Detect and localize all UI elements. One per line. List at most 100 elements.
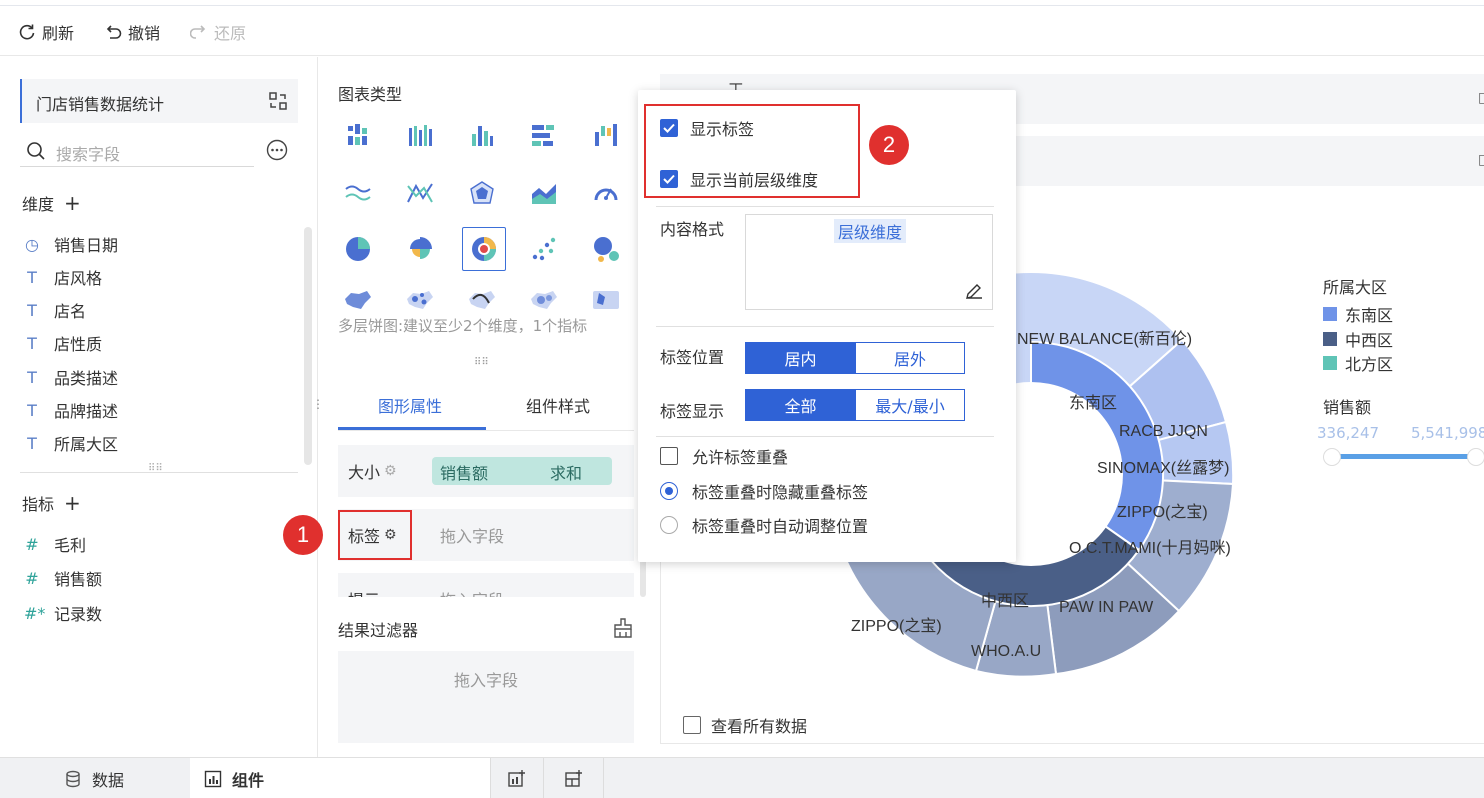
label-position-label: 标签位置 (660, 348, 725, 367)
redo-button[interactable]: 还原 (190, 20, 246, 44)
bubble-chart-icon[interactable] (586, 229, 626, 269)
size-slider-max-handle[interactable] (1467, 448, 1484, 466)
settings-icon[interactable]: ◫ (1478, 90, 1484, 106)
radar-chart-icon[interactable] (462, 173, 502, 213)
legend-swatch (1323, 307, 1337, 321)
dimension-item[interactable]: T 所属大区 (24, 430, 118, 456)
add-dimension-icon[interactable]: + (64, 191, 81, 215)
gis-map-icon[interactable] (586, 285, 626, 315)
content-format-token[interactable]: 层级维度 (834, 219, 907, 243)
tooltip-property-row: 提示 拖入字段 (338, 573, 634, 597)
multi-layer-pie-chart-icon[interactable] (462, 227, 506, 271)
size-slider-min-handle[interactable] (1323, 448, 1341, 466)
tab-data-label: 数据 (92, 770, 125, 790)
chart-label: PAW IN PAW (1059, 599, 1154, 616)
resize-handle-icon[interactable]: ⠿⠿ (474, 357, 489, 368)
view-all-data-checkbox[interactable]: 查看所有数据 (683, 713, 807, 737)
dimension-item[interactable]: T 店性质 (24, 330, 102, 356)
tab-component[interactable]: 组件 (190, 758, 490, 798)
clear-filter-icon[interactable] (612, 617, 634, 639)
rose-chart-icon[interactable] (400, 229, 440, 269)
column-chart-icon[interactable] (462, 115, 502, 155)
chart-label: RACB JJQN (1119, 423, 1208, 440)
hide-overlap-radio[interactable]: 标签重叠时隐藏重叠标签 (660, 479, 868, 503)
record-count-icon: #* (24, 603, 46, 623)
add-dashboard-button[interactable] (544, 758, 604, 798)
size-field-name: 销售额 (440, 464, 489, 483)
polyline-chart-icon[interactable] (400, 173, 440, 213)
legend-item[interactable]: 中西区 (1323, 327, 1393, 351)
tab-data[interactable]: 数据 (64, 758, 124, 798)
stacked-column-chart-icon[interactable] (400, 115, 440, 155)
toolbar: 刷新 撤销 还原 (0, 8, 1484, 56)
legend-title: 所属大区 (1323, 278, 1388, 297)
point-map-icon[interactable] (400, 285, 440, 315)
measure-item[interactable]: # 销售额 (24, 565, 102, 591)
measure-item[interactable]: #* 记录数 (24, 600, 102, 626)
waterfall-chart-icon[interactable] (586, 115, 626, 155)
result-filter-drop-zone[interactable]: 拖入字段 (338, 651, 634, 743)
settings-icon[interactable]: ◫ (1478, 152, 1484, 168)
add-component-button[interactable] (490, 758, 544, 798)
refresh-button[interactable]: 刷新 (18, 20, 74, 44)
measure-label: 记录数 (54, 605, 103, 624)
allow-overlap-checkbox[interactable]: 允许标签重叠 (660, 444, 788, 468)
redo-icon (190, 25, 206, 39)
label-display-maxmin-option[interactable]: 最大/最小 (855, 390, 964, 420)
more-icon[interactable] (266, 139, 288, 161)
size-property-label[interactable]: 大小 ⚙ (348, 459, 397, 483)
dimension-item[interactable]: T 品牌描述 (24, 397, 118, 423)
dimension-item[interactable]: T 品类描述 (24, 364, 118, 390)
flow-map-icon[interactable] (462, 285, 502, 315)
switch-dataset-icon[interactable] (268, 91, 288, 111)
area-chart-icon[interactable] (524, 173, 564, 213)
content-format-editor[interactable]: 层级维度 (745, 214, 993, 310)
dimension-label: 所属大区 (54, 435, 119, 454)
text-type-icon: T (27, 300, 37, 320)
label-position-outside-option[interactable]: 居外 (855, 343, 964, 373)
tab-component-style[interactable]: 组件样式 (526, 393, 590, 417)
dataset-selector[interactable]: 门店销售数据统计 (20, 79, 298, 123)
measures-header: 指标 + (22, 491, 81, 515)
gauge-chart-icon[interactable] (586, 173, 626, 213)
label-drop-zone[interactable]: 拖入字段 (440, 523, 504, 547)
undo-button[interactable]: 撤销 (104, 20, 160, 44)
dimension-item[interactable]: T 店风格 (24, 264, 102, 290)
tab-graph-properties[interactable]: 图形属性 (378, 393, 442, 417)
add-measure-icon[interactable]: + (64, 491, 81, 515)
size-field-pill[interactable]: 销售额 求和 (432, 457, 612, 485)
scatter-chart-icon[interactable] (524, 229, 564, 269)
field-search[interactable]: 搜索字段 (20, 137, 254, 167)
edit-icon[interactable] (964, 281, 984, 301)
clock-icon: ◷ (25, 234, 39, 254)
pie-chart-icon[interactable] (338, 229, 378, 269)
tooltip-property-label[interactable]: 提示 (348, 587, 380, 597)
region-map-icon[interactable] (338, 285, 378, 315)
label-display-all-option[interactable]: 全部 (746, 390, 855, 420)
refresh-icon (19, 24, 35, 40)
dimension-label: 店名 (54, 302, 87, 321)
dimension-item[interactable]: T 店名 (24, 297, 86, 323)
highlight-box-checkboxes (644, 104, 860, 198)
chart-label: WHO.A.U (971, 643, 1041, 660)
measure-item[interactable]: # 毛利 (24, 531, 86, 557)
dimension-item[interactable]: ◷ 销售日期 (24, 231, 118, 257)
dimensions-scrollbar[interactable] (304, 227, 312, 465)
heat-map-icon[interactable] (524, 285, 564, 315)
legend-item[interactable]: 东南区 (1323, 302, 1393, 326)
legend-item[interactable]: 北方区 (1323, 351, 1393, 375)
size-field-aggregation[interactable]: 求和 (550, 460, 582, 484)
gear-icon[interactable]: ⚙ (384, 463, 397, 479)
search-input[interactable]: 搜索字段 (56, 141, 120, 165)
divider (656, 326, 994, 327)
tooltip-drop-zone[interactable]: 拖入字段 (440, 587, 504, 597)
bar-chart-icon[interactable] (524, 115, 564, 155)
grouped-table-chart-icon[interactable] (338, 115, 378, 155)
auto-adjust-radio[interactable]: 标签重叠时自动调整位置 (660, 513, 868, 537)
resize-handle-icon[interactable]: ⠿⠿ (148, 463, 163, 474)
line-chart-icon[interactable] (338, 173, 378, 213)
tooltip-label-text: 提示 (348, 587, 380, 597)
label-position-inside-option[interactable]: 居内 (746, 343, 855, 373)
legend-label: 中西区 (1345, 331, 1394, 350)
number-type-icon: # (25, 534, 39, 554)
